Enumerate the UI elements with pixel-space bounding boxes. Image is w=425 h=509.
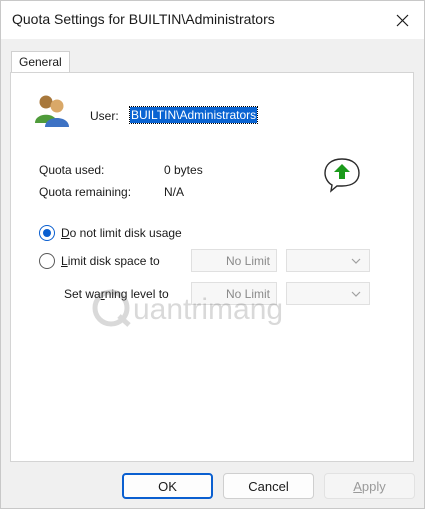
- quota-used-value: 0 bytes: [164, 163, 203, 177]
- limit-amount-field[interactable]: No Limit: [191, 249, 277, 272]
- window-title: Quota Settings for BUILTIN\Administrator…: [12, 11, 275, 27]
- quota-remaining-label: Quota remaining:: [39, 185, 132, 199]
- title-bar[interactable]: Quota Settings for BUILTIN\Administrator…: [1, 1, 424, 39]
- quota-remaining-value: N/A: [164, 185, 185, 199]
- chevron-down-icon: [351, 258, 361, 264]
- user-value[interactable]: BUILTIN\Administrators: [128, 106, 259, 124]
- close-button[interactable]: [380, 1, 424, 39]
- tab-general-label: General: [19, 55, 62, 69]
- no-limit-label[interactable]: Do not limit disk usage: [61, 226, 182, 240]
- watermark-logo: uantrimang: [92, 289, 283, 327]
- tab-general[interactable]: General: [11, 51, 70, 74]
- user-label: User:: [90, 109, 119, 123]
- limit-amount-value: No Limit: [225, 254, 270, 268]
- limit-disk-label[interactable]: Limit disk space to: [61, 254, 160, 268]
- chevron-down-icon: [351, 291, 361, 297]
- quota-ok-icon: [324, 158, 360, 193]
- limit-disk-radio[interactable]: [39, 253, 55, 269]
- apply-button[interactable]: Apply: [324, 473, 415, 499]
- quota-used-label: Quota used:: [39, 163, 105, 177]
- ok-button[interactable]: OK: [122, 473, 213, 499]
- quota-settings-dialog: Quota Settings for BUILTIN\Administrator…: [0, 0, 425, 509]
- users-icon: [35, 95, 69, 127]
- limit-unit-select[interactable]: [286, 249, 370, 272]
- general-tab-panel: User: BUILTIN\Administrators Quota used:…: [10, 72, 414, 462]
- close-icon: [396, 14, 408, 26]
- no-limit-radio[interactable]: [39, 225, 55, 241]
- watermark-text: uantrimang: [133, 293, 283, 326]
- cancel-button[interactable]: Cancel: [223, 473, 314, 499]
